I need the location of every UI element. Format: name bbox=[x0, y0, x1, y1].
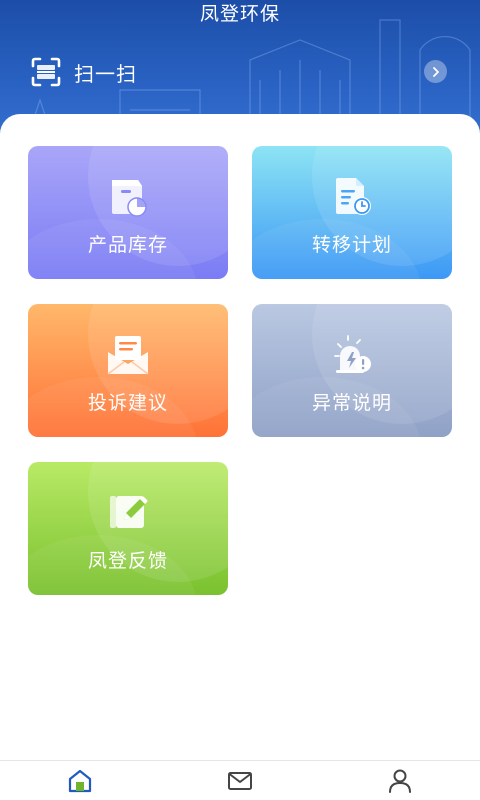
tile-exception-note[interactable]: 异常说明 bbox=[252, 304, 452, 437]
chevron-right-icon bbox=[432, 66, 439, 77]
scan-label: 扫一扫 bbox=[74, 61, 137, 86]
tile-label: 异常说明 bbox=[311, 392, 392, 414]
tile-label: 投诉建议 bbox=[87, 392, 168, 414]
scan-icon bbox=[31, 57, 61, 87]
bottom-tab-bar bbox=[0, 760, 480, 800]
tab-profile[interactable] bbox=[380, 761, 420, 800]
tile-fengdeng-feedback[interactable]: 凤登反馈 bbox=[28, 462, 228, 595]
envelope-icon bbox=[107, 336, 149, 375]
home-icon bbox=[68, 769, 92, 793]
tile-label: 产品库存 bbox=[87, 234, 168, 256]
edit-feedback-icon bbox=[110, 496, 148, 528]
tile-label: 转移计划 bbox=[311, 234, 392, 256]
alert-icon bbox=[334, 335, 371, 373]
tab-messages[interactable] bbox=[220, 761, 260, 800]
tile-transfer-plan[interactable]: 转移计划 bbox=[252, 146, 452, 279]
app-screen: 凤登环保 扫一扫 产品库存 转移计划 投诉建议 异常说明 凤登反馈 bbox=[0, 0, 480, 800]
scan-button[interactable]: 扫一扫 bbox=[30, 52, 137, 92]
tile-product-inventory[interactable]: 产品库存 bbox=[28, 146, 228, 279]
mail-icon bbox=[228, 772, 252, 790]
inventory-box-icon bbox=[112, 180, 147, 217]
app-title: 凤登环保 bbox=[199, 3, 280, 25]
tile-complaint-suggestion[interactable]: 投诉建议 bbox=[28, 304, 228, 437]
tile-label: 凤登反馈 bbox=[87, 550, 168, 572]
user-icon bbox=[389, 769, 411, 793]
scan-arrow-button[interactable] bbox=[424, 60, 447, 83]
tab-home[interactable] bbox=[60, 761, 100, 800]
transfer-doc-icon bbox=[336, 178, 371, 215]
